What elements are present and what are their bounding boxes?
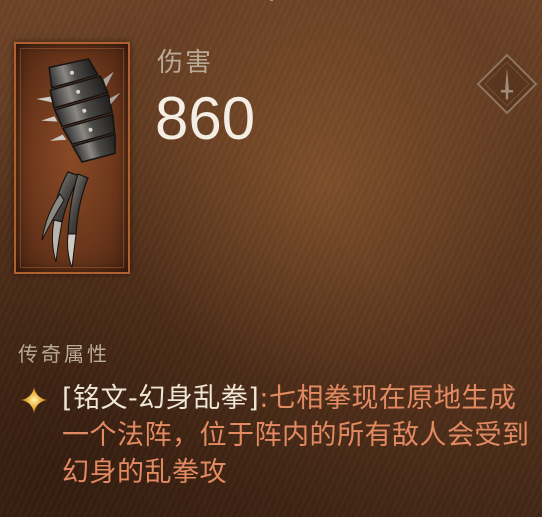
damage-label: 伤害 (157, 48, 214, 78)
damage-value: 860 (155, 85, 256, 152)
item-icon-frame[interactable] (14, 42, 130, 274)
legendary-section-title: 传奇属性 (18, 342, 110, 366)
affix-name: [铭文-幻身乱拳] (62, 383, 260, 414)
four-point-star-icon (21, 387, 47, 413)
item-title-fragment (226, 0, 346, 8)
legendary-affix: [铭文-幻身乱拳]:七相拳现在原地生成一个法阵，位于阵内的所有敌人会受到幻身的乱… (62, 380, 538, 491)
gauntlet-claw-icon (36, 58, 121, 269)
dagger-diamond-icon[interactable] (475, 52, 539, 116)
